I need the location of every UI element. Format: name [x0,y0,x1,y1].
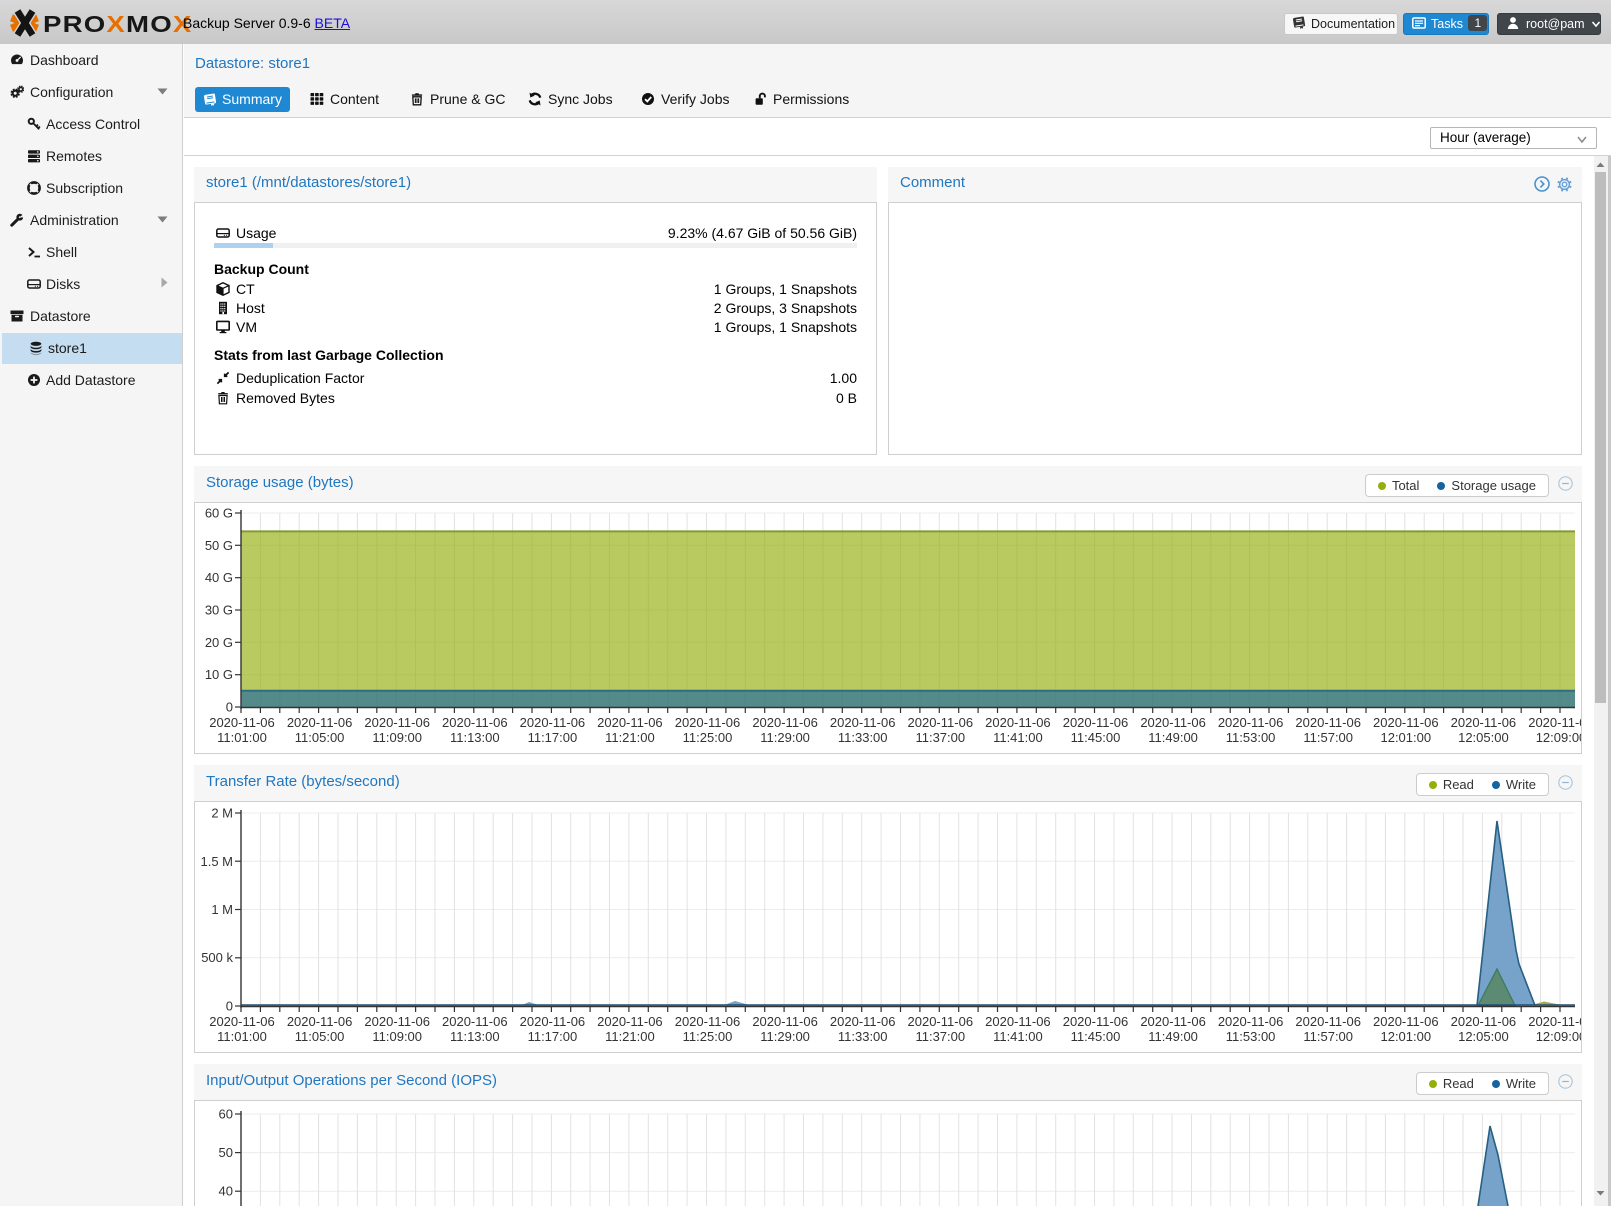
svg-text:2020-11-06: 2020-11-06 [1451,715,1517,730]
svg-text:2020-11-06: 2020-11-06 [442,1014,508,1029]
svg-text:10 G: 10 G [205,667,233,682]
svg-text:2020-11-06: 2020-11-06 [1373,1014,1439,1029]
svg-text:11:13:00: 11:13:00 [450,1029,500,1044]
svg-text:11:05:00: 11:05:00 [295,1029,345,1044]
svg-text:11:29:00: 11:29:00 [760,730,810,745]
svg-text:2020-11-06: 2020-11-06 [1218,715,1284,730]
svg-text:2020-11-06: 2020-11-06 [364,715,430,730]
svg-text:60 G: 60 G [205,506,233,521]
svg-text:2020-11-06: 2020-11-06 [1218,1014,1284,1029]
svg-text:2020-11-06: 2020-11-06 [597,1014,663,1029]
svg-text:2020-11-06: 2020-11-06 [209,1014,275,1029]
svg-text:2020-11-06: 2020-11-06 [752,1014,818,1029]
svg-text:0: 0 [226,999,233,1014]
svg-text:40 G: 40 G [205,570,233,585]
svg-text:11:53:00: 11:53:00 [1226,1029,1276,1044]
svg-text:2 M: 2 M [211,806,233,821]
svg-text:2020-11-06: 2020-11-06 [1063,1014,1129,1029]
svg-text:11:05:00: 11:05:00 [295,730,345,745]
svg-text:12:01:00: 12:01:00 [1380,730,1431,745]
svg-text:1 M: 1 M [211,902,233,917]
svg-text:1.5 M: 1.5 M [200,854,233,869]
svg-text:2020-11-06: 2020-11-06 [442,715,508,730]
svg-text:11:25:00: 11:25:00 [683,1029,733,1044]
svg-text:11:09:00: 11:09:00 [372,730,422,745]
svg-text:2020-11-06: 2020-11-06 [675,715,741,730]
svg-text:2020-11-06: 2020-11-06 [908,715,974,730]
svg-text:2020-11-06: 2020-11-06 [1451,1014,1517,1029]
svg-text:11:21:00: 11:21:00 [605,730,655,745]
svg-text:11:53:00: 11:53:00 [1226,730,1276,745]
svg-text:2020-11-06: 2020-11-06 [1295,715,1361,730]
svg-text:11:17:00: 11:17:00 [528,730,578,745]
svg-text:11:41:00: 11:41:00 [993,730,1043,745]
svg-text:12:09:00: 12:09:00 [1536,1029,1581,1044]
svg-text:50 G: 50 G [205,538,233,553]
svg-text:2020-11-06: 2020-11-06 [1528,715,1581,730]
svg-text:11:29:00: 11:29:00 [760,1029,810,1044]
svg-text:12:05:00: 12:05:00 [1458,1029,1509,1044]
svg-text:2020-11-06: 2020-11-06 [520,1014,586,1029]
svg-text:500 k: 500 k [201,950,233,965]
svg-text:11:45:00: 11:45:00 [1071,730,1121,745]
svg-text:2020-11-06: 2020-11-06 [287,715,353,730]
svg-text:2020-11-06: 2020-11-06 [985,1014,1051,1029]
svg-text:20 G: 20 G [205,635,233,650]
svg-text:0: 0 [226,700,233,715]
svg-text:2020-11-06: 2020-11-06 [1140,715,1206,730]
svg-text:2020-11-06: 2020-11-06 [1063,715,1129,730]
svg-text:2020-11-06: 2020-11-06 [908,1014,974,1029]
svg-text:2020-11-06: 2020-11-06 [1295,1014,1361,1029]
svg-text:12:01:00: 12:01:00 [1380,1029,1431,1044]
svg-text:2020-11-06: 2020-11-06 [364,1014,430,1029]
svg-text:2020-11-06: 2020-11-06 [597,715,663,730]
svg-text:2020-11-06: 2020-11-06 [1140,1014,1206,1029]
svg-text:30 G: 30 G [205,603,233,618]
svg-text:2020-11-06: 2020-11-06 [830,715,896,730]
svg-text:12:05:00: 12:05:00 [1458,730,1509,745]
svg-text:2020-11-06: 2020-11-06 [830,1014,896,1029]
svg-text:11:49:00: 11:49:00 [1148,730,1198,745]
svg-text:11:33:00: 11:33:00 [838,730,888,745]
svg-text:2020-11-06: 2020-11-06 [675,1014,741,1029]
svg-text:2020-11-06: 2020-11-06 [520,715,586,730]
svg-text:11:09:00: 11:09:00 [372,1029,422,1044]
svg-text:50: 50 [219,1145,233,1160]
svg-text:2020-11-06: 2020-11-06 [752,715,818,730]
svg-text:11:45:00: 11:45:00 [1071,1029,1121,1044]
svg-text:11:21:00: 11:21:00 [605,1029,655,1044]
svg-text:2020-11-06: 2020-11-06 [1528,1014,1581,1029]
svg-text:2020-11-06: 2020-11-06 [985,715,1051,730]
svg-text:11:41:00: 11:41:00 [993,1029,1043,1044]
svg-text:11:13:00: 11:13:00 [450,730,500,745]
svg-text:11:37:00: 11:37:00 [915,730,965,745]
svg-text:11:01:00: 11:01:00 [217,1029,267,1044]
svg-text:11:01:00: 11:01:00 [217,730,267,745]
svg-text:40: 40 [219,1184,233,1199]
svg-text:2020-11-06: 2020-11-06 [287,1014,353,1029]
svg-text:11:33:00: 11:33:00 [838,1029,888,1044]
svg-text:11:17:00: 11:17:00 [528,1029,578,1044]
svg-text:60: 60 [219,1107,233,1122]
svg-text:11:37:00: 11:37:00 [915,1029,965,1044]
svg-text:2020-11-06: 2020-11-06 [1373,715,1439,730]
svg-text:11:49:00: 11:49:00 [1148,1029,1198,1044]
svg-text:11:57:00: 11:57:00 [1303,730,1353,745]
svg-text:11:57:00: 11:57:00 [1303,1029,1353,1044]
svg-text:2020-11-06: 2020-11-06 [209,715,275,730]
svg-text:11:25:00: 11:25:00 [683,730,733,745]
svg-text:12:09:00: 12:09:00 [1536,730,1581,745]
